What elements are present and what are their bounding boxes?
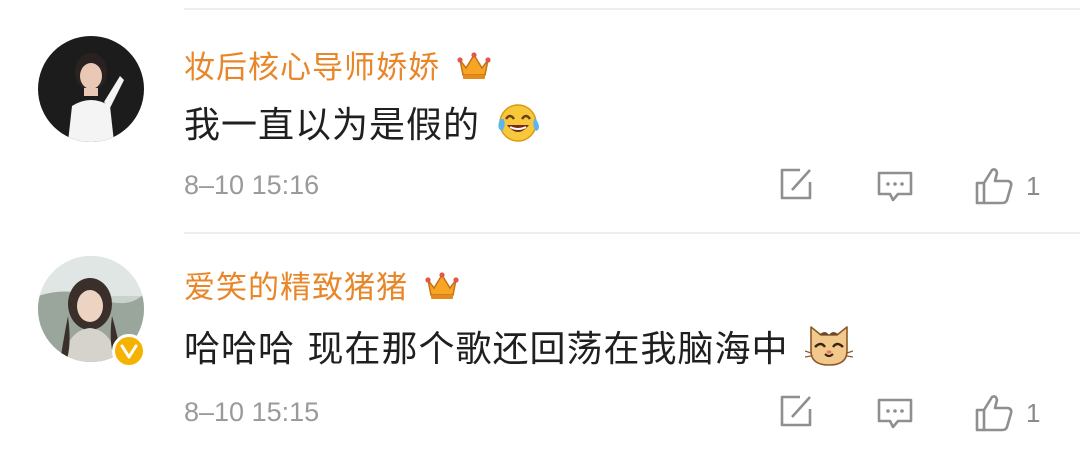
comment-divider	[184, 232, 1080, 234]
verified-v-icon	[120, 344, 138, 359]
verified-badge	[112, 334, 146, 368]
cat-face-emoji-icon	[804, 321, 854, 376]
crown-icon	[425, 271, 459, 309]
laughing-tears-emoji-icon	[496, 101, 542, 152]
comment-text: 我一直以为是假的	[184, 105, 481, 146]
thumbs-up-icon	[975, 395, 1013, 432]
reply-button[interactable]	[876, 397, 914, 431]
comment-icon	[877, 171, 913, 202]
repost-button[interactable]	[778, 166, 814, 202]
comment-icon	[877, 398, 913, 429]
avatar[interactable]	[38, 36, 144, 142]
like-button[interactable]: 1	[974, 393, 1040, 433]
top-divider	[184, 8, 1080, 10]
crown-icon	[457, 51, 491, 89]
like-count: 1	[1026, 397, 1041, 428]
like-count: 1	[1026, 170, 1041, 201]
comment-item: 爱笑的精致猪猪 哈哈哈 现在那个歌还回荡在我脑海中 8–10 15:15 1	[0, 240, 1080, 460]
timestamp: 8–10 15:15	[184, 397, 320, 427]
share-icon	[780, 168, 812, 200]
reply-button[interactable]	[876, 170, 914, 204]
username[interactable]: 爱笑的精致猪猪	[184, 270, 408, 306]
thumbs-up-icon	[975, 168, 1013, 205]
username[interactable]: 妆后核心导师娇娇	[184, 50, 440, 86]
comment-text: 哈哈哈 现在那个歌还回荡在我脑海中	[184, 329, 789, 370]
like-button[interactable]: 1	[974, 166, 1040, 206]
repost-button[interactable]	[778, 393, 814, 429]
timestamp: 8–10 15:16	[184, 170, 320, 200]
comment-item: 妆后核心导师娇娇 我一直以为是假的 8–10 15:16 1	[0, 20, 1080, 240]
share-icon	[780, 395, 812, 427]
